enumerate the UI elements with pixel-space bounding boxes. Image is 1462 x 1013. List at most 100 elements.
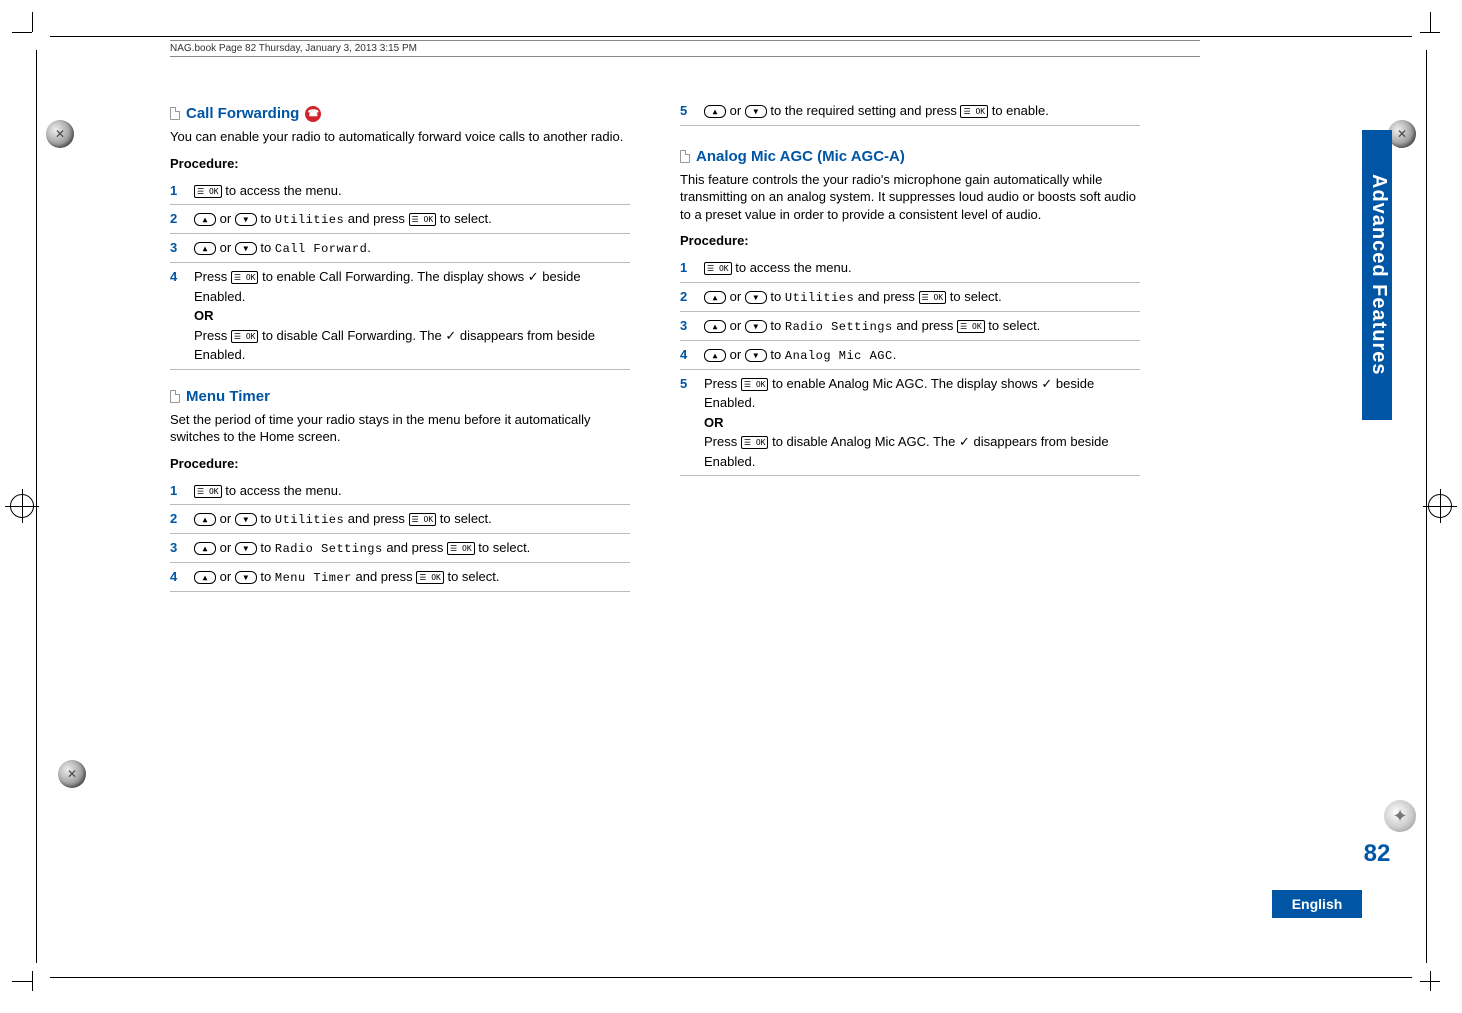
step-text: Press ☰ OK to enable Call Forwarding. Th… [194,267,630,365]
up-button-icon: ▲ [194,542,216,555]
step-row: 1 ☰ OK to access the menu. [170,477,630,506]
language-label: English [1272,890,1362,918]
print-border-right [1426,50,1427,963]
menu-name: Menu Timer [275,571,352,585]
down-button-icon: ▼ [745,320,767,333]
crop-mark [12,971,42,1001]
registration-mark [1428,494,1452,518]
step-row: 2 ▲ or ▼ to Utilities and press ☰ OK to … [170,505,630,534]
down-button-icon: ▼ [745,349,767,362]
side-tab: Advanced Features [1362,130,1392,420]
down-button-icon: ▼ [745,105,767,118]
ok-button-icon: ☰ OK [704,262,732,275]
up-button-icon: ▲ [704,320,726,333]
down-button-icon: ▼ [235,242,257,255]
step-text: Press ☰ OK to enable Analog Mic AGC. The… [704,374,1140,472]
ok-button-icon: ☰ OK [409,513,437,526]
step-text: ▲ or ▼ to Analog Mic AGC. [704,345,1140,365]
ok-button-icon: ☰ OK [194,185,222,198]
or-label: OR [194,308,214,323]
down-button-icon: ▼ [235,513,257,526]
section-call-forwarding: Call Forwarding ☎ [170,105,630,122]
down-button-icon: ▼ [235,571,257,584]
up-button-icon: ▲ [194,513,216,526]
print-border-left [36,50,37,963]
step-row: 5 Press ☰ OK to enable Analog Mic AGC. T… [680,370,1140,477]
step-number: 3 [680,316,694,336]
step-number: 3 [170,238,184,258]
step-text: ▲ or ▼ to Utilities and press ☰ OK to se… [704,287,1140,307]
menu-name: Utilities [275,213,344,227]
intro-text: Set the period of time your radio stays … [170,411,630,446]
menu-name: Analog Mic AGC [785,349,893,363]
procedure-label: Procedure: [170,456,630,471]
page-icon [680,150,690,163]
print-border-bottom [50,977,1412,978]
phone-icon: ☎ [305,106,321,122]
menu-name: Utilities [785,291,854,305]
print-border-top [50,36,1412,37]
ok-button-icon: ☰ OK [231,330,259,343]
crop-mark [1420,971,1450,1001]
menu-name: Call Forward [275,242,367,256]
step-number: 1 [680,258,694,278]
step-row: 4 ▲ or ▼ to Analog Mic AGC. [680,341,1140,370]
menu-name: Utilities [275,513,344,527]
down-button-icon: ▼ [745,291,767,304]
step-number: 3 [170,538,184,558]
step-text: ▲ or ▼ to Utilities and press ☰ OK to se… [194,509,630,529]
step-text: ☰ OK to access the menu. [194,181,630,201]
step-row: 1 ☰ OK to access the menu. [170,177,630,206]
page-icon [170,390,180,403]
step-text: ▲ or ▼ to Radio Settings and press ☰ OK … [194,538,630,558]
crop-mark [1420,12,1450,42]
check-icon: ✓ [445,328,456,343]
right-column: 5 ▲ or ▼ to the required setting and pre… [680,97,1140,592]
step-row: 3 ▲ or ▼ to Radio Settings and press ☰ O… [170,534,630,563]
left-column: Call Forwarding ☎ You can enable your ra… [170,97,630,592]
up-button-icon: ▲ [194,571,216,584]
menu-name: Radio Settings [785,320,893,334]
down-button-icon: ▼ [235,213,257,226]
section-title: Call Forwarding [186,105,299,122]
step-number: 4 [680,345,694,365]
step-number: 1 [170,181,184,201]
step-text: ☰ OK to access the menu. [194,481,630,501]
ok-button-icon: ☰ OK [741,378,769,391]
running-header: NAG.book Page 82 Thursday, January 3, 20… [170,40,1200,57]
procedure-label: Procedure: [680,233,1140,248]
step-number: 1 [170,481,184,501]
step-text: ▲ or ▼ to Utilities and press ☰ OK to se… [194,209,630,229]
step-text: ▲ or ▼ to Call Forward. [194,238,630,258]
up-button-icon: ▲ [194,213,216,226]
or-label: OR [704,415,724,430]
section-title: Analog Mic AGC (Mic AGC-A) [696,148,905,165]
section-analog-mic-agc: Analog Mic AGC (Mic AGC-A) [680,148,1140,165]
decorative-star-icon [1384,800,1416,832]
ok-button-icon: ☰ OK [957,320,985,333]
step-number: 2 [170,509,184,529]
ok-button-icon: ☰ OK [194,485,222,498]
down-button-icon: ▼ [235,542,257,555]
step-row: 3 ▲ or ▼ to Call Forward. [170,234,630,263]
page-icon [170,107,180,120]
step-number: 2 [170,209,184,229]
ok-button-icon: ☰ OK [960,105,988,118]
step-row: 5 ▲ or ▼ to the required setting and pre… [680,97,1140,126]
ok-button-icon: ☰ OK [741,436,769,449]
step-row: 4 ▲ or ▼ to Menu Timer and press ☰ OK to… [170,563,630,592]
ok-button-icon: ☰ OK [231,271,259,284]
check-icon: ✓ [528,269,539,284]
decorative-screw-icon [46,120,74,148]
menu-name: Radio Settings [275,542,383,556]
step-row: 2 ▲ or ▼ to Utilities and press ☰ OK to … [680,283,1140,312]
check-icon: ✓ [959,434,970,449]
step-row: 1 ☰ OK to access the menu. [680,254,1140,283]
step-text: ▲ or ▼ to Radio Settings and press ☰ OK … [704,316,1140,336]
step-number: 4 [170,567,184,587]
step-number: 5 [680,101,694,121]
page-number: 82 [1362,840,1392,868]
intro-text: This feature controls the your radio's m… [680,171,1140,224]
page-content: NAG.book Page 82 Thursday, January 3, 20… [170,40,1200,940]
step-text: ▲ or ▼ to the required setting and press… [704,101,1140,121]
